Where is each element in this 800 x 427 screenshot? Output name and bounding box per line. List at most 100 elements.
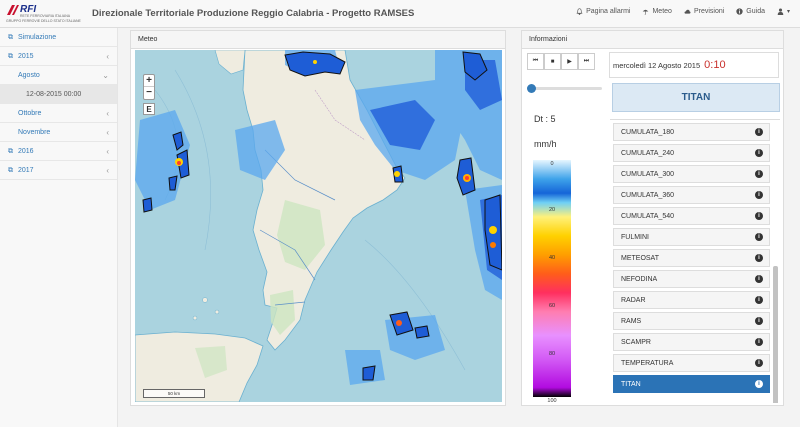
logo-subtitle-group: GRUPPO FERROVIE DELLO STATO ITALIANE	[6, 19, 81, 23]
layer-item-label: CUMULATA_360	[621, 192, 675, 199]
nav-guida[interactable]: Guida	[736, 8, 765, 15]
layer-item-titan[interactable]: TITAN i	[613, 375, 770, 393]
layer-item-nefodina[interactable]: NEFODINA i	[613, 270, 770, 288]
top-nav-menu: Pagina allarmi Meteo Previsioni Guida ▾	[576, 8, 790, 15]
time-slider-handle[interactable]	[527, 84, 536, 93]
skip-forward-button[interactable]: ⏭	[578, 53, 595, 70]
nav-pagina-allarmi[interactable]: Pagina allarmi	[576, 8, 630, 15]
layer-item-cumulata-300[interactable]: CUMULATA_300 i	[613, 165, 770, 183]
map-canvas	[135, 50, 502, 402]
layer-item-cumulata-180[interactable]: CUMULATA_180 i	[613, 123, 770, 141]
info-icon[interactable]: i	[755, 233, 763, 241]
info-icon[interactable]: i	[755, 212, 763, 220]
rfi-logo: RFI RETE FERROVIARIA ITALIANA GRUPPO FER…	[6, 3, 84, 25]
layer-list-scrollbar[interactable]	[773, 266, 778, 403]
layer-item-temperatura[interactable]: TEMPERATURA i	[613, 354, 770, 372]
layer-item-cumulata-360[interactable]: CUMULATA_360 i	[613, 186, 770, 204]
info-icon[interactable]: i	[755, 191, 763, 199]
chevron-left-icon: ‹	[106, 147, 109, 156]
info-icon[interactable]: i	[755, 338, 763, 346]
layer-item-meteosat[interactable]: METEOSAT i	[613, 249, 770, 267]
info-icon[interactable]: i	[755, 380, 763, 388]
info-icon[interactable]: i	[755, 254, 763, 262]
meteo-panel-title: Meteo	[131, 31, 505, 49]
zoom-control: + −	[143, 74, 155, 100]
sidebar-item-label: 2017	[18, 167, 34, 174]
sidebar-item-novembre[interactable]: Novembre ‹	[0, 123, 117, 142]
layer-item-radar[interactable]: RADAR i	[613, 291, 770, 309]
info-icon[interactable]: i	[755, 296, 763, 304]
layer-item-cumulata-540[interactable]: CUMULATA_540 i	[613, 207, 770, 225]
active-layer-title: TITAN	[612, 83, 780, 112]
skip-back-button[interactable]: ⏮	[527, 53, 544, 70]
layer-item-cumulata-240[interactable]: CUMULATA_240 i	[613, 144, 770, 162]
stop-icon: ■	[550, 58, 555, 65]
colorbar-tick: 40	[548, 255, 556, 261]
info-icon[interactable]: i	[755, 359, 763, 367]
zoom-in-button[interactable]: +	[144, 75, 154, 87]
sidebar-item-2016[interactable]: ⧉ 2016 ‹	[0, 142, 117, 161]
sidebar-item-label: 2015	[18, 53, 34, 60]
nav-meteo[interactable]: Meteo	[642, 8, 672, 15]
layer-item-label: TITAN	[621, 381, 641, 388]
weather-map[interactable]: + − E 50 km	[135, 50, 502, 402]
play-icon: ▶	[567, 59, 572, 65]
nav-previsioni[interactable]: Previsioni	[684, 8, 724, 15]
sidebar: ⧉ Simulazione ⧉ 2015 ‹ Agosto ⌄ 12-08-2015…	[0, 28, 118, 427]
sidebar-item-agosto[interactable]: Agosto ⌄	[0, 66, 117, 85]
layer-item-label: METEOSAT	[621, 255, 659, 262]
colorbar-tick: 80	[548, 351, 556, 357]
layer-list: CUMULATA_180 i CUMULATA_240 i CUMULATA_300…	[610, 119, 780, 403]
play-button[interactable]: ▶	[561, 53, 578, 70]
step-forward-icon: ⏭	[583, 58, 590, 64]
layer-item-label: NEFODINA	[621, 276, 658, 283]
layer-item-label: CUMULATA_240	[621, 150, 675, 157]
nav-label: Guida	[746, 8, 765, 15]
step-backward-icon: ⏮	[532, 58, 539, 64]
info-panel: Informazioni ⏮ ■ ▶ ⏭ mercoledì 12 Agosto…	[521, 30, 784, 406]
layer-switch-button[interactable]: E	[143, 103, 155, 115]
sitemap-icon: ⧉	[8, 167, 13, 174]
sidebar-item-2017[interactable]: ⧉ 2017 ‹	[0, 161, 117, 180]
playback-controls: ⏮ ■ ▶ ⏭	[527, 53, 595, 70]
nav-label: Meteo	[652, 8, 672, 15]
sitemap-icon: ⧉	[8, 53, 13, 60]
info-icon	[736, 8, 743, 15]
info-icon[interactable]: i	[755, 275, 763, 283]
meteo-panel: Meteo + − E 50 km	[130, 30, 506, 406]
nav-user-menu[interactable]: ▾	[777, 8, 790, 15]
sidebar-item-label: Agosto	[18, 72, 40, 79]
layer-item-label: CUMULATA_300	[621, 171, 675, 178]
zoom-out-button[interactable]: −	[144, 87, 154, 99]
layer-item-label: TEMPERATURA	[621, 360, 674, 367]
bell-icon	[576, 8, 583, 15]
layer-item-scampr[interactable]: SCAMPR i	[613, 333, 770, 351]
stop-button[interactable]: ■	[544, 53, 561, 70]
chevron-left-icon: ‹	[106, 128, 109, 137]
rfi-logo-mark-icon	[7, 5, 19, 15]
nav-label: Previsioni	[693, 8, 725, 15]
info-icon[interactable]: i	[755, 149, 763, 157]
date-text: mercoledì 12 Agosto 2015	[613, 61, 701, 70]
sidebar-item-label: 12-08-2015 00:00	[26, 91, 82, 98]
info-icon[interactable]: i	[755, 128, 763, 136]
info-icon[interactable]: i	[755, 317, 763, 325]
sidebar-item-label: Ottobre	[18, 110, 42, 117]
logo-subtitle: RETE FERROVIARIA ITALIANA	[20, 14, 71, 18]
sitemap-icon: ⧉	[8, 148, 13, 155]
sidebar-item-simulazione[interactable]: ⧉ Simulazione	[0, 28, 117, 47]
date-display: mercoledì 12 Agosto 2015 0:10	[609, 52, 779, 78]
umbrella-icon	[643, 9, 649, 15]
layer-item-rams[interactable]: RAMS i	[613, 312, 770, 330]
sidebar-item-ottobre[interactable]: Ottobre ‹	[0, 104, 117, 123]
colorbar-tick: 0	[550, 161, 554, 167]
sidebar-item-2015[interactable]: ⧉ 2015 ‹	[0, 47, 117, 66]
layer-item-label: SCAMPR	[621, 339, 651, 346]
layer-item-fulmini[interactable]: FULMINI i	[613, 228, 770, 246]
sidebar-item-12-08-2015[interactable]: 12-08-2015 00:00	[0, 85, 117, 104]
info-icon[interactable]: i	[755, 170, 763, 178]
layer-item-label: CUMULATA_540	[621, 213, 675, 220]
map-scale-bar: 50 km	[143, 389, 205, 398]
time-slider[interactable]	[527, 84, 602, 93]
caret-down-icon: ▾	[786, 9, 790, 15]
